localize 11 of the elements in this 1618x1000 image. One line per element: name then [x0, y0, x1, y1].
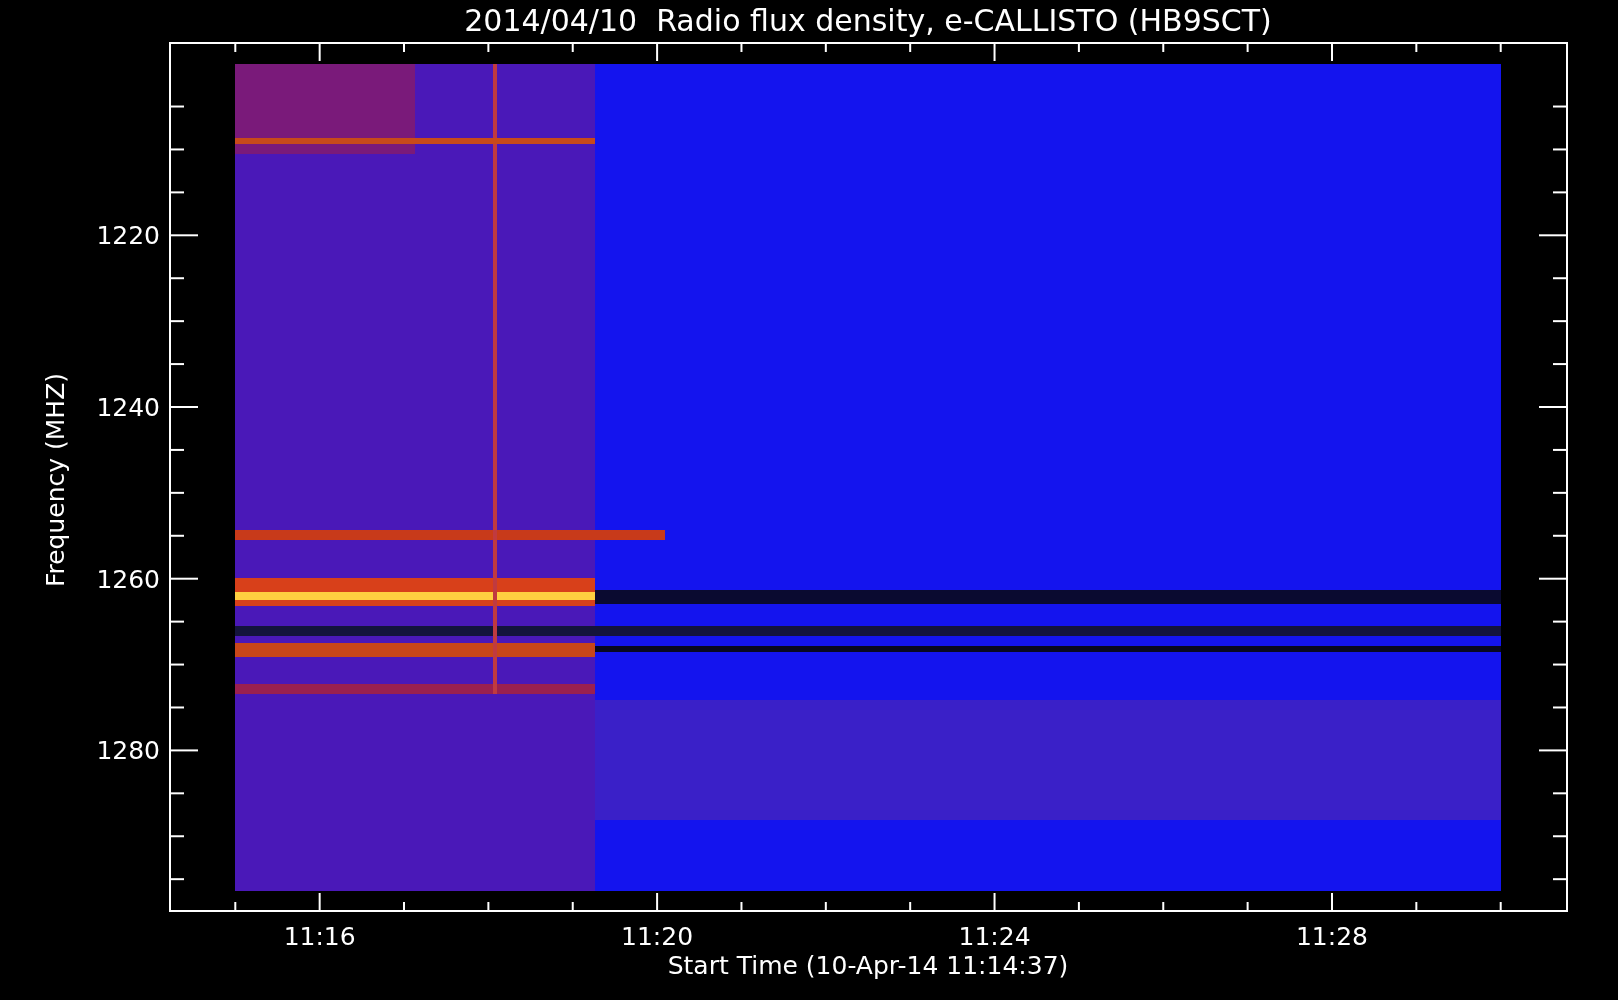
y-tick-label: 1220 [96, 221, 160, 251]
x-tick-label: 11:24 [958, 922, 1031, 951]
y-tick-label: 1240 [96, 393, 160, 422]
plot-title: 2014/04/10 Radio flux density, e-CALLISTO (HB9SCT) [464, 3, 1272, 38]
y-tick-label: 1280 [96, 736, 160, 766]
x-tick-label: 11:28 [1295, 922, 1368, 951]
x-tick-label: 11:20 [621, 922, 694, 951]
x-axis-title: Start Time (10-Apr-14 11:14:37) [667, 951, 1069, 980]
y-tick-label: 1260 [96, 564, 160, 594]
x-tick-label: 11:16 [283, 922, 356, 951]
y-axis-title: Frequency (MHZ) [41, 372, 70, 588]
